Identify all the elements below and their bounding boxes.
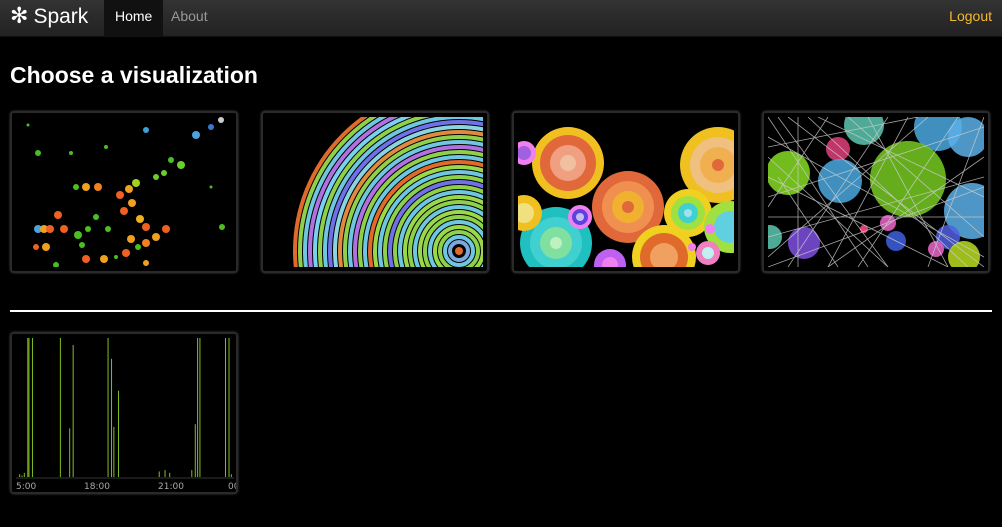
chart-bar xyxy=(113,426,115,477)
chart-bar xyxy=(118,390,120,477)
nav-about[interactable]: About xyxy=(160,0,219,36)
chart-bar xyxy=(228,338,230,477)
chart-bar xyxy=(107,338,109,477)
chart-bar xyxy=(225,338,227,477)
x-tick-label: 18:00 xyxy=(84,482,110,492)
chart-bar xyxy=(21,475,23,477)
page-title: Choose a visualization xyxy=(10,62,258,88)
chart-bar xyxy=(158,471,160,477)
chart-bar xyxy=(31,338,33,477)
chart-bar xyxy=(27,338,29,477)
rainbow-arcs-image xyxy=(267,117,483,267)
concentric-circles-image xyxy=(518,117,734,267)
chart-bar xyxy=(28,338,30,477)
thumbnail-concentric-circles[interactable] xyxy=(512,111,740,273)
x-tick-label: 5:00 xyxy=(16,482,36,492)
chart-bar xyxy=(164,470,166,477)
chart-bar xyxy=(72,344,74,477)
brand-name: Spark xyxy=(33,4,89,28)
thumbnail-rainbow-arcs[interactable] xyxy=(261,111,489,273)
navbar: ✻ Spark Home About Logout xyxy=(0,0,1002,37)
chart-bar xyxy=(169,472,171,477)
thumbnail-particles[interactable] xyxy=(10,111,238,273)
chart-bar xyxy=(197,338,199,477)
logout-link[interactable]: Logout xyxy=(949,0,992,36)
particles-image xyxy=(16,117,232,267)
asterisk-icon: ✻ xyxy=(10,4,29,29)
activity-chart[interactable]: 5:00 18:00 21:00 00 xyxy=(10,332,238,494)
chart-bar xyxy=(23,472,25,477)
thumbnail-network-bubbles[interactable] xyxy=(762,111,990,273)
x-tick-label: 00 xyxy=(228,482,236,492)
chart-bar xyxy=(59,338,61,477)
chart-bar xyxy=(199,338,201,477)
chart-bar xyxy=(111,358,113,477)
nav-home[interactable]: Home xyxy=(104,0,164,36)
section-divider xyxy=(10,310,992,312)
chart-bar xyxy=(19,474,21,477)
network-bubbles-image xyxy=(768,117,984,267)
chart-bar xyxy=(191,470,193,477)
chart-bar xyxy=(230,474,232,477)
chart-bar xyxy=(69,428,71,477)
chart-bar xyxy=(194,424,196,477)
x-tick-label: 21:00 xyxy=(158,482,184,492)
brand-link[interactable]: ✻ Spark xyxy=(10,4,88,29)
activity-chart-svg: 5:00 18:00 21:00 00 xyxy=(12,334,236,492)
